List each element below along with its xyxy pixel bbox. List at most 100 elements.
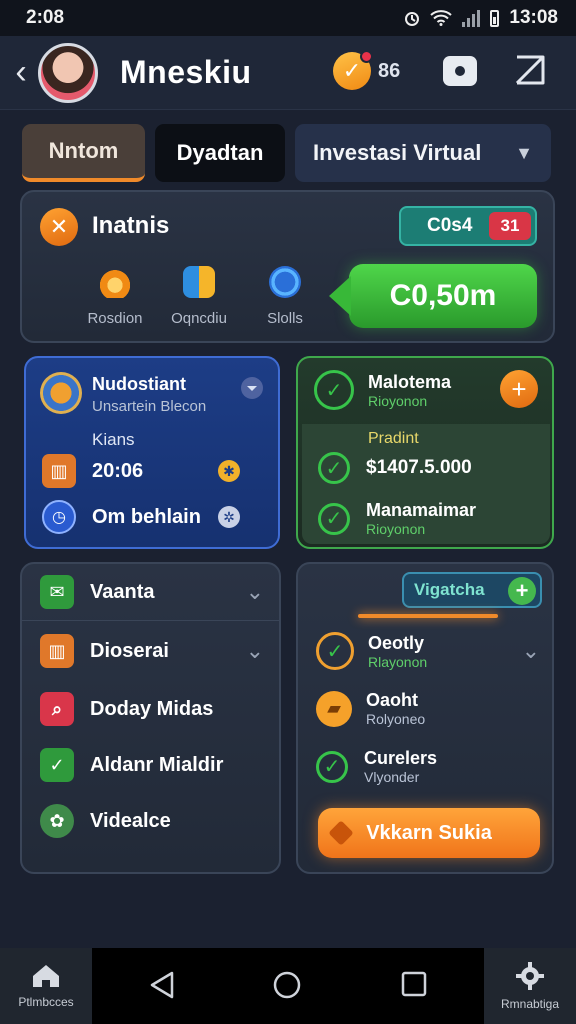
gear-icon — [516, 962, 544, 990]
status-section-label: Pradint — [368, 430, 419, 447]
alarm-icon — [405, 12, 420, 26]
tasks-card: Vigatcha + ✓ Oeotly Rlayonon ⌄ ▰ Oaoht R… — [296, 562, 554, 874]
chevron-down-icon: ⌄ — [521, 638, 540, 663]
stat-rosdion[interactable]: Rosdion — [70, 266, 160, 327]
schedule-time-row[interactable]: ▥ 20:06 ✱ — [42, 454, 262, 488]
folder-icon: ▰ — [316, 690, 352, 727]
divider — [22, 620, 279, 621]
task-item-curelers[interactable]: ✓ Curelers Vlyonder — [316, 748, 437, 785]
status-item: Manamaimar — [366, 500, 477, 520]
tab-dyadtan[interactable]: Dyadtan — [155, 124, 285, 182]
notification-icon[interactable]: ✓ — [333, 50, 373, 90]
gear-icon[interactable]: ✲ — [218, 506, 240, 528]
menu-item-aldanr-mialdir[interactable]: ✓ Aldanr Mialdir — [40, 748, 223, 782]
stat-slolls-label: Slolls — [267, 310, 303, 327]
cta-button[interactable]: Vkkarn Sukia — [318, 808, 540, 858]
tab-nntom[interactable]: Nntom — [22, 124, 145, 182]
schedule-card: Nudostiant Unsartein Blecon Kians ▥ 20:0… — [24, 356, 280, 549]
check-icon: ✓ — [314, 370, 354, 410]
stat-oqncdiu[interactable]: Oqncdiu — [154, 266, 244, 327]
stat-slolls[interactable]: Slolls — [240, 266, 330, 327]
app-header: ‹ Mneskiu ✓ 86 — [0, 36, 576, 110]
calendar-icon: ▥ — [42, 454, 76, 488]
cta-label: Vkkarn Sukia — [366, 821, 492, 844]
back-icon[interactable]: ‹ — [6, 53, 36, 92]
home-icon — [33, 965, 59, 987]
add-icon[interactable]: + — [500, 370, 538, 408]
menu-header-label: Vaanta — [90, 580, 155, 603]
amount-pill[interactable]: C0,50m — [329, 264, 537, 328]
system-recents-icon[interactable] — [400, 970, 428, 998]
nav-home[interactable]: Ptlmbcces — [0, 948, 92, 1024]
notification-dot — [360, 50, 373, 63]
task-sub: Rolyoneo — [366, 711, 426, 727]
schedule-action: Om behlain — [92, 505, 201, 528]
chevron-down-icon: ⌄ — [245, 579, 264, 604]
menu-header[interactable]: ✉ Vaanta ⌄ — [40, 574, 264, 610]
stat-oqncdiu-label: Oqncdiu — [171, 310, 227, 327]
system-back-icon[interactable] — [148, 970, 176, 1000]
schedule-title: Nudostiant — [92, 374, 186, 394]
status-price-row[interactable]: ✓ $1407.5.000 — [318, 452, 472, 484]
summary-action-badge: 31 — [489, 212, 531, 240]
schedule-label: Kians — [92, 430, 135, 449]
globe-icon — [269, 266, 301, 298]
avatar[interactable] — [38, 42, 98, 103]
tab-bar: Nntom Dyadtan Investasi Virtual ▼ — [22, 124, 551, 182]
status-item-row[interactable]: ✓ Manamaimar Rioyonon — [318, 500, 476, 537]
nav-settings-label: Rmnabtiga — [500, 997, 560, 1011]
tasks-pill[interactable]: Vigatcha + — [402, 572, 542, 608]
tag-icon — [328, 820, 354, 846]
status-inner-panel: Pradint ✓ $1407.5.000 ✓ Manamaimar Rioyo… — [302, 424, 550, 544]
nav-settings[interactable]: Rmnabtiga — [484, 948, 576, 1024]
nav-home-label: Ptlmbcces — [18, 995, 74, 1009]
compass-icon — [40, 372, 82, 414]
flame-icon — [99, 266, 131, 298]
chart-icon — [183, 266, 215, 298]
search-icon: ⌕ — [40, 692, 74, 726]
task-item-oaoht[interactable]: ▰ Oaoht Rolyoneo — [316, 690, 425, 727]
check-icon: ✓ — [316, 632, 354, 670]
chevron-down-icon: ▼ — [515, 142, 533, 163]
tab-investasi-virtual[interactable]: Investasi Virtual ▼ — [295, 124, 551, 182]
task-label: Oeotly — [368, 632, 425, 653]
summary-title: Inatnis — [92, 212, 170, 239]
settings-icon[interactable]: ✱ — [218, 460, 240, 482]
share-icon[interactable] — [512, 52, 548, 88]
status-clock: 13:08 — [509, 7, 558, 28]
task-item-oeotly[interactable]: ✓ Oeotly Rlayonon ⌄ — [316, 632, 540, 670]
menu-item-label: Dioserai — [90, 639, 169, 662]
schedule-action-row[interactable]: ◷ Om behlain ✲ — [42, 500, 262, 534]
task-label: Oaoht — [366, 690, 418, 710]
menu-item-videalce[interactable]: ✿ Videalce — [40, 804, 171, 838]
tab-investasi-label: Investasi Virtual — [313, 140, 482, 165]
summary-action-button[interactable]: C0s4 31 — [399, 206, 537, 246]
accent-glow — [358, 614, 498, 618]
check-icon: ✓ — [318, 502, 350, 535]
task-label: Curelers — [364, 748, 438, 768]
menu-item-label: Videalce — [90, 809, 171, 832]
chevron-down-icon: ⌄ — [245, 638, 264, 663]
chevron-down-icon[interactable] — [240, 376, 264, 400]
check-icon: ✓ — [316, 750, 348, 783]
system-home-icon[interactable] — [272, 970, 302, 1000]
plus-icon[interactable]: + — [508, 577, 536, 605]
task-sub: Vlyonder — [364, 769, 420, 785]
menu-item-label: Doday Midas — [90, 697, 214, 720]
menu-item-dioserai[interactable]: ▥ Dioserai ⌄ — [40, 634, 264, 668]
signal-icon — [462, 9, 481, 27]
status-title: Malotema — [368, 371, 452, 392]
notification-count: 86 — [378, 60, 401, 82]
status-time: 2:08 — [26, 7, 65, 28]
check-box-icon: ✓ — [40, 748, 74, 782]
calendar-icon: ▥ — [40, 634, 74, 668]
schedule-subtitle: Unsartein Blecon — [92, 398, 207, 415]
tasks-pill-label: Vigatcha — [414, 580, 485, 599]
tools-icon: ✕ — [40, 208, 78, 246]
camera-icon[interactable] — [443, 56, 477, 86]
menu-card: ✉ Vaanta ⌄ ▥ Dioserai ⌄ ⌕ Doday Midas ✓ … — [20, 562, 281, 874]
status-head-row: ✓ Malotema Rioyonon — [314, 370, 451, 410]
clock-icon: ◷ — [42, 500, 76, 534]
summary-action-label: C0s4 — [427, 215, 473, 236]
menu-item-doday-midas[interactable]: ⌕ Doday Midas — [40, 692, 213, 726]
